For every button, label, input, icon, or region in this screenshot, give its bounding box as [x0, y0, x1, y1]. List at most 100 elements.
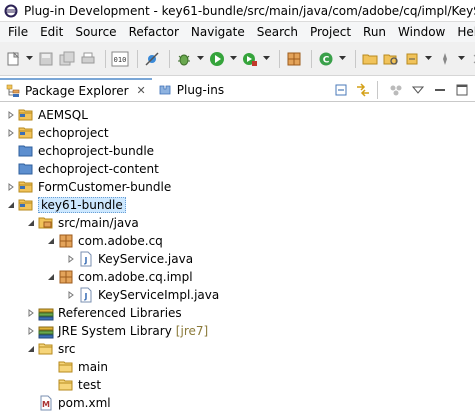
- run-icon[interactable]: [208, 50, 226, 68]
- skip-breakpoints-icon[interactable]: [143, 50, 161, 68]
- search-icon[interactable]: [382, 50, 400, 68]
- next-annotation-dropdown-icon[interactable]: [457, 50, 465, 68]
- focus-on-active-task-icon[interactable]: [387, 81, 405, 99]
- library-icon: [38, 323, 54, 339]
- project-icon: [18, 125, 34, 141]
- menu-help[interactable]: Help: [451, 22, 475, 42]
- close-icon[interactable]: ✕: [137, 84, 146, 97]
- view-menu-icon[interactable]: [409, 81, 427, 99]
- tree-item[interactable]: Mpom.xml: [26, 394, 111, 411]
- toolbar-separator: [311, 49, 312, 68]
- tree-item-label: KeyService.java: [98, 252, 194, 266]
- package-icon: [58, 269, 74, 285]
- tree-item-label: FormCustomer-bundle: [38, 180, 172, 194]
- package-explorer-icon: [6, 84, 20, 97]
- minimize-icon[interactable]: [431, 81, 449, 99]
- toolbar-separator: [105, 49, 106, 68]
- tree-item[interactable]: Referenced Libraries: [26, 304, 182, 322]
- java-file-icon: J: [78, 287, 94, 303]
- collapsed-arrow-icon[interactable]: [66, 290, 76, 300]
- prev-edit-location-icon[interactable]: [469, 50, 475, 68]
- view-actions: [328, 78, 471, 101]
- menu-window[interactable]: Window: [392, 22, 451, 42]
- no-arrow: [46, 380, 56, 390]
- tree-item[interactable]: J KeyServiceImpl.java: [66, 286, 219, 304]
- next-annotation-icon[interactable]: [436, 50, 454, 68]
- open-task-icon[interactable]: [403, 50, 421, 68]
- tree-item[interactable]: test: [46, 376, 101, 394]
- closed-project-icon: [18, 161, 34, 177]
- expanded-arrow-icon[interactable]: [6, 200, 16, 210]
- eclipse-window: Plug-in Development - key61-bundle/src/m…: [0, 0, 475, 411]
- maximize-icon[interactable]: [453, 81, 471, 99]
- expanded-arrow-icon[interactable]: [46, 236, 56, 246]
- tree-item[interactable]: echoproject: [6, 124, 109, 142]
- collapsed-arrow-icon[interactable]: [66, 254, 76, 264]
- save-all-icon[interactable]: [58, 50, 76, 68]
- collapse-all-icon[interactable]: [332, 81, 350, 99]
- tab-package-explorer-label: Package Explorer: [25, 83, 129, 98]
- tab-package-explorer[interactable]: Package Explorer ✕: [0, 78, 152, 101]
- tree-item[interactable]: key61-bundle: [6, 196, 126, 214]
- collapsed-arrow-icon[interactable]: [6, 182, 16, 192]
- collapsed-arrow-icon[interactable]: [26, 308, 36, 318]
- toolbar-separator: [377, 81, 378, 99]
- link-with-editor-icon[interactable]: [354, 81, 372, 99]
- debug-icon[interactable]: [175, 50, 193, 68]
- tree-item[interactable]: echoproject-bundle: [6, 142, 154, 160]
- external-tools-icon[interactable]: [241, 50, 259, 68]
- open-task-dropdown-icon[interactable]: [424, 50, 432, 68]
- svg-text:J: J: [84, 292, 88, 301]
- menu-navigate[interactable]: Navigate: [185, 22, 251, 42]
- library-icon: [38, 305, 54, 321]
- window-title: Plug-in Development - key61-bundle/src/m…: [24, 3, 475, 18]
- menu-project[interactable]: Project: [304, 22, 357, 42]
- new-java-package-icon[interactable]: [285, 50, 303, 68]
- tree-item[interactable]: JRE System Library [jre7]: [26, 322, 208, 340]
- menu-file[interactable]: File: [2, 22, 34, 42]
- run-dropdown-icon[interactable]: [229, 50, 237, 68]
- new-class-dropdown-icon[interactable]: [338, 50, 346, 68]
- tab-plug-ins[interactable]: Plug-ins: [152, 78, 230, 101]
- expanded-arrow-icon[interactable]: [46, 272, 56, 282]
- debug-dropdown-icon[interactable]: [196, 50, 204, 68]
- no-arrow: [26, 398, 36, 408]
- open-type-icon[interactable]: [361, 50, 379, 68]
- menu-run[interactable]: Run: [357, 22, 392, 42]
- tree-item[interactable]: FormCustomer-bundle: [6, 178, 171, 196]
- menu-refactor[interactable]: Refactor: [123, 22, 185, 42]
- new-icon[interactable]: [4, 50, 22, 68]
- expanded-arrow-icon[interactable]: [26, 344, 36, 354]
- collapsed-arrow-icon[interactable]: [6, 110, 16, 120]
- folder-icon: [58, 377, 74, 393]
- tree-item-label: pom.xml: [58, 396, 111, 410]
- new-dropdown-icon[interactable]: [25, 50, 33, 68]
- new-java-class-icon[interactable]: C: [317, 50, 335, 68]
- menu-edit[interactable]: Edit: [34, 22, 69, 42]
- maven-file-icon: M: [38, 395, 54, 411]
- folder-icon: [58, 359, 74, 375]
- collapsed-arrow-icon[interactable]: [26, 326, 36, 336]
- collapsed-arrow-icon[interactable]: [6, 128, 16, 138]
- project-icon: [18, 107, 34, 123]
- save-icon[interactable]: [37, 50, 55, 68]
- tree-item[interactable]: main: [46, 358, 108, 376]
- external-tools-dropdown-icon[interactable]: [262, 50, 270, 68]
- tree-item[interactable]: src/main/java: [26, 214, 139, 232]
- tree-item[interactable]: echoproject-content: [6, 160, 159, 178]
- tree-item[interactable]: AEMSQL: [6, 106, 88, 124]
- tree-item[interactable]: com.adobe.cq: [46, 232, 163, 250]
- tree-item[interactable]: src: [26, 340, 76, 358]
- java-file-icon: J: [78, 251, 94, 267]
- menu-bar: File Edit Source Refactor Navigate Searc…: [0, 22, 475, 42]
- no-arrow: [6, 146, 16, 156]
- print-icon[interactable]: [79, 50, 97, 68]
- tree-item[interactable]: J KeyService.java: [66, 250, 193, 268]
- menu-source[interactable]: Source: [69, 22, 122, 42]
- no-arrow: [6, 164, 16, 174]
- menu-search[interactable]: Search: [251, 22, 304, 42]
- expanded-arrow-icon[interactable]: [26, 218, 36, 228]
- tree-item[interactable]: com.adobe.cq.impl: [46, 268, 193, 286]
- tree-item-label: key61-bundle: [38, 197, 126, 213]
- binary-icon[interactable]: 010: [111, 50, 129, 68]
